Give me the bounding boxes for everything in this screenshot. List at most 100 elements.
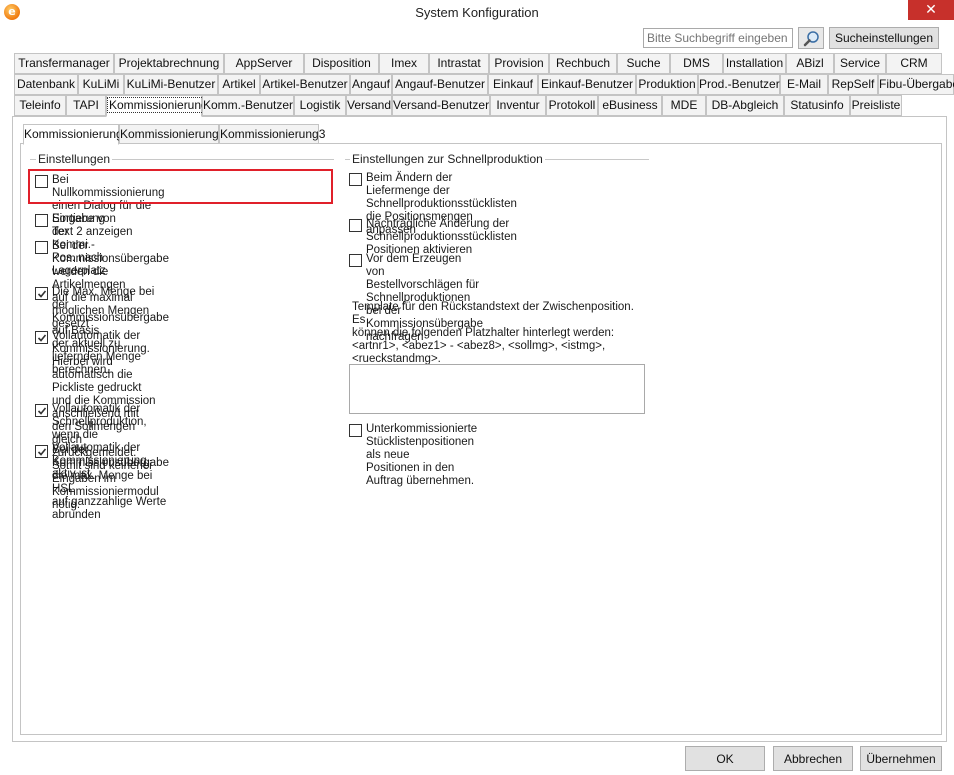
checkbox[interactable] [35,241,48,254]
checkbox[interactable] [349,254,362,267]
tab-appserver[interactable]: AppServer [224,53,304,74]
template-textarea[interactable] [349,364,645,414]
tab-inventur[interactable]: Inventur [490,95,546,116]
tab-label: CRM [900,56,928,70]
tab-label: Artikel [222,77,256,91]
tab-label: Disposition [312,56,371,70]
tab-kulimi-benutzer[interactable]: KuLiMi-Benutzer [124,74,218,95]
tab-komm-benutzer[interactable]: Komm.-Benutzer [202,95,294,116]
checkmark-icon [37,407,47,415]
tab-label: Inventur [496,98,540,112]
tab-imex[interactable]: Imex [379,53,429,74]
group-title-quick-production: Einstellungen zur Schnellproduktion [350,152,545,166]
tab-label: Fibu-Übergabe [879,77,954,91]
search-button[interactable] [798,27,824,49]
tab-artikel[interactable]: Artikel [218,74,260,95]
checkbox[interactable] [349,173,362,186]
tab-label: TAPI [73,98,99,112]
tab-label: Suche [626,56,661,70]
tab-label: DMS [683,56,710,70]
tab-label: Einkauf-Benutzer [540,77,634,91]
tab-db-abgleich[interactable]: DB-Abgleich [706,95,784,116]
tab-label: Angauf [351,77,391,91]
tab-label: Komm.-Benutzer [203,98,294,112]
cancel-button[interactable]: Abbrechen [773,746,853,771]
tab-fibu-uebergabe[interactable]: Fibu-Übergabe [878,74,954,95]
tab-dms[interactable]: DMS [670,53,723,74]
checkbox[interactable] [35,331,48,344]
tab-preisliste[interactable]: Preisliste [850,95,902,116]
tab-angauf-benutzer[interactable]: Angauf-Benutzer [392,74,488,95]
checkbox[interactable] [35,404,48,417]
search-settings-button[interactable]: Sucheinstellungen [829,27,939,49]
magnifier-icon [803,31,819,47]
tab-label: Versand-Benutzer [393,98,490,112]
tab-label: Kommissionierung [107,97,210,113]
checkbox-label: Bei der Kommissionsübergabe die max. Men… [52,444,169,521]
tab-ebusiness[interactable]: eBusiness [598,95,662,116]
tab-angauf[interactable]: Angauf [350,74,392,95]
checkmark-icon [37,290,47,298]
tab-crm[interactable]: CRM [886,53,942,74]
tab-mde[interactable]: MDE [662,95,706,116]
tab-protokoll[interactable]: Protokoll [546,95,598,116]
tab-prod-benutzer[interactable]: Prod.-Benutzer [698,74,780,95]
tab-provision[interactable]: Provision [489,53,549,74]
apply-button[interactable]: Übernehmen [860,746,942,771]
checkbox[interactable] [35,214,48,227]
close-button[interactable]: ✕ [908,0,954,20]
tab-label: Projektabrechnung [118,56,220,70]
checkmark-icon [37,334,47,342]
highlight-box [28,169,333,204]
subtab-kommissionierung[interactable]: Kommissionierung [23,124,123,145]
tab-versand[interactable]: Versand [346,95,392,116]
tab-label: Protokoll [548,98,596,112]
tab-tapi[interactable]: TAPI [66,95,106,116]
tab-intrastat[interactable]: Intrastat [429,53,489,74]
tab-einkauf-benutzer[interactable]: Einkauf-Benutzer [538,74,636,95]
checkbox[interactable] [35,445,48,458]
tab-label: Artikel-Benutzer [262,77,348,91]
tab-e-mail[interactable]: E-Mail [780,74,828,95]
tab-repself[interactable]: RepSelf [828,74,878,95]
tab-label: Produktion [638,77,696,91]
tab-artikel-benutzer[interactable]: Artikel-Benutzer [260,74,350,95]
tab-label: KuLiMi [82,77,120,91]
checkbox[interactable] [35,287,48,300]
subtab-kommissionierung2[interactable]: Kommissionierung2 [119,124,225,144]
tab-label: RepSelf [831,77,875,91]
tab-label: Prod.-Benutzer [699,77,780,91]
tab-label: ABizl [796,56,824,70]
tab-transfermanager[interactable]: Transfermanager [14,53,114,74]
tab-service[interactable]: Service [834,53,886,74]
checkbox[interactable] [349,424,362,437]
subtab-kommissionierung3[interactable]: Kommissionierung3 [219,124,325,144]
tab-einkauf[interactable]: Einkauf [488,74,538,95]
tab-datenbank[interactable]: Datenbank [14,74,78,95]
tab-kulimi[interactable]: KuLiMi [78,74,124,95]
ok-button[interactable]: OK [685,746,765,771]
tab-label: Statusinfo [790,98,844,112]
tab-disposition[interactable]: Disposition [304,53,379,74]
tab-logistik[interactable]: Logistik [294,95,346,116]
tab-label: Datenbank [16,77,76,91]
search-input[interactable] [643,28,793,48]
tab-rechbuch[interactable]: Rechbuch [549,53,617,74]
title-bar: e System Konfiguration ✕ [0,0,954,24]
tab-abizl[interactable]: ABizl [786,53,834,74]
tab-versand-benutzer[interactable]: Versand-Benutzer [392,95,490,116]
tab-label: Provision [494,56,544,70]
tab-statusinfo[interactable]: Statusinfo [784,95,850,116]
tab-installation[interactable]: Installation [723,53,786,74]
checkbox[interactable] [349,219,362,232]
tab-produktion[interactable]: Produktion [636,74,698,95]
tab-label: MDE [670,98,698,112]
tab-suche[interactable]: Suche [617,53,670,74]
tab-label: Einkauf [492,77,534,91]
tab-projektabrechnung[interactable]: Projektabrechnung [114,53,224,74]
tab-label: Intrastat [437,56,481,70]
tab-teleinfo[interactable]: Teleinfo [14,95,66,116]
tab-label: Angauf-Benutzer [394,77,486,91]
tab-label: Teleinfo [19,98,61,112]
tab-kommissionierung[interactable]: Kommissionierung [106,95,210,117]
